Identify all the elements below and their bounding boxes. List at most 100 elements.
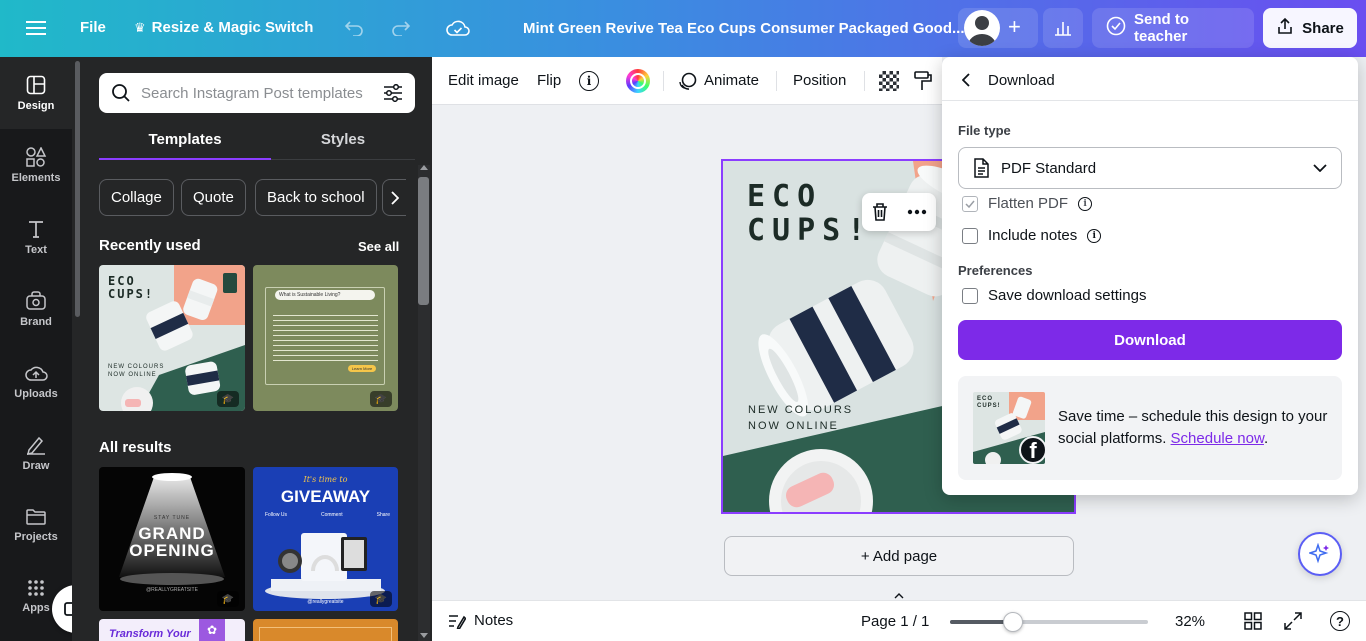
promo-thumb-title-1: ECO: [977, 396, 994, 402]
transparency-icon[interactable]: [879, 70, 899, 91]
edit-image-button[interactable]: Edit image: [448, 72, 519, 89]
giveaway-option: Comment: [320, 512, 343, 518]
page-indicator[interactable]: Page 1 / 1: [861, 613, 929, 630]
template-thumb-sustainable-living[interactable]: What is Sustainable Living? Learn More 🎓: [253, 265, 398, 411]
rail-item-draw[interactable]: Draw: [0, 417, 72, 489]
rail-item-text[interactable]: Text: [0, 201, 72, 273]
avatar[interactable]: [964, 10, 1000, 46]
giveaway-option: Follow Us: [265, 512, 287, 518]
design-title-line-2[interactable]: CUPS!: [747, 213, 872, 248]
text-icon: [29, 220, 43, 238]
tab-styles[interactable]: Styles: [257, 131, 429, 148]
file-menu[interactable]: File: [80, 19, 106, 36]
redo-icon[interactable]: [383, 10, 419, 46]
rail-item-elements[interactable]: Elements: [0, 129, 72, 201]
send-to-teacher-label: Send to teacher: [1134, 11, 1189, 45]
help-icon[interactable]: ?: [1330, 611, 1350, 631]
zoom-percentage[interactable]: 32%: [1175, 613, 1205, 630]
chip-scroll-right[interactable]: [382, 179, 406, 216]
toolbar-divider: [864, 71, 865, 91]
schedule-now-link[interactable]: Schedule now: [1171, 430, 1264, 447]
template-thumb-transform[interactable]: Transform Your ✿: [99, 619, 245, 641]
paint-roller-icon[interactable]: [914, 70, 932, 91]
zoom-slider-track[interactable]: [950, 612, 1148, 632]
rail-item-design[interactable]: Design: [0, 57, 72, 129]
show-pages-chevron[interactable]: [889, 591, 909, 601]
menu-icon[interactable]: [18, 10, 54, 46]
notes-label: Notes: [474, 612, 514, 629]
filter-sliders-icon[interactable]: [383, 84, 403, 102]
download-back-button[interactable]: [958, 72, 974, 88]
grid-view-icon[interactable]: [1244, 612, 1262, 635]
chevron-right-icon: [390, 190, 399, 205]
cloud-saved-icon[interactable]: [440, 10, 476, 46]
panel-scroll-up-arrow[interactable]: [420, 165, 428, 170]
info-icon[interactable]: i: [579, 70, 599, 91]
design-subtitle-line-1[interactable]: NEW COLOURS: [748, 404, 853, 416]
design-subtitle-line-2[interactable]: NOW ONLINE: [748, 420, 839, 432]
undo-icon[interactable]: [336, 10, 372, 46]
animate-button[interactable]: Animate: [678, 71, 759, 91]
notes-button[interactable]: Notes: [448, 612, 513, 629]
search-input[interactable]: [141, 84, 373, 102]
share-button[interactable]: Share: [1263, 8, 1357, 48]
template-thumb-giveaway[interactable]: It's time to GIVEAWAY Follow Us Comment …: [253, 467, 398, 611]
chip-quote[interactable]: Quote: [181, 179, 246, 216]
save-download-settings-checkbox[interactable]: Save download settings: [962, 287, 1146, 304]
document-title[interactable]: Mint Green Revive Tea Eco Cups Consumer …: [523, 20, 965, 37]
add-page-button[interactable]: + Add page: [724, 536, 1074, 576]
top-bar: File ♛ Resize & Magic Switch Mint Green …: [0, 0, 1366, 57]
fullscreen-icon[interactable]: [1284, 612, 1302, 635]
resize-magic-switch-button[interactable]: ♛ Resize & Magic Switch: [134, 19, 313, 36]
template-thumb-grand-opening[interactable]: STAY TUNE GRAND OPENING @REALLYGREATSITE…: [99, 467, 245, 611]
plus-icon[interactable]: +: [1008, 16, 1021, 38]
file-type-dropdown[interactable]: PDF Standard: [958, 147, 1342, 189]
animate-label: Animate: [704, 72, 760, 89]
panel-scrollbar-thumb[interactable]: [418, 177, 429, 305]
education-cap-icon: 🎓: [370, 591, 392, 607]
download-button[interactable]: Download: [958, 320, 1342, 360]
rail-item-projects[interactable]: Projects: [0, 489, 72, 561]
template-thumb-eco-cups[interactable]: ECO CUPS! NEW COLOURS NOW ONLINE 🎓: [99, 265, 245, 411]
toolbar-divider: [663, 71, 664, 91]
rail-item-brand[interactable]: Brand: [0, 273, 72, 345]
design-icon: [26, 75, 46, 94]
trash-icon[interactable]: [871, 202, 889, 222]
include-notes-checkbox[interactable]: Include notes i: [962, 227, 1102, 244]
rail-label: Uploads: [14, 387, 58, 400]
panel-scroll-down-arrow[interactable]: [420, 633, 428, 638]
schedule-promo-card: ECO CUPS! f Save time – schedule this de…: [958, 376, 1342, 480]
rail-label: Projects: [14, 530, 58, 543]
thumb-giveaway-tag: It's time to: [303, 475, 348, 484]
info-icon[interactable]: i: [1087, 228, 1102, 243]
magic-assistant-button[interactable]: [1298, 532, 1342, 576]
file-type-value: PDF Standard: [1001, 159, 1097, 177]
collaborators-group: +: [958, 8, 1038, 48]
bottom-bar: Notes Page 1 / 1 32% ?: [432, 593, 1366, 641]
elements-icon: [26, 146, 47, 167]
flip-button[interactable]: Flip: [537, 72, 561, 89]
analytics-icon[interactable]: [1043, 8, 1083, 48]
recently-used-heading: Recently used: [99, 237, 201, 254]
see-all-link[interactable]: See all: [358, 239, 399, 254]
more-options-icon[interactable]: [907, 209, 927, 215]
chip-back-to-school[interactable]: Back to school: [255, 179, 377, 216]
design-title-line-1[interactable]: ECO: [747, 179, 822, 214]
send-to-teacher-button[interactable]: Send to teacher: [1092, 8, 1254, 48]
rail-scrollbar[interactable]: [75, 61, 80, 317]
flatten-pdf-checkbox[interactable]: Flatten PDF i: [962, 195, 1093, 212]
resize-label: Resize & Magic Switch: [151, 19, 314, 36]
toolbar-divider: [776, 71, 777, 91]
upload-cloud-icon: [25, 366, 48, 381]
zoom-slider-handle[interactable]: [1003, 612, 1023, 632]
tab-templates[interactable]: Templates: [99, 131, 271, 148]
rail-label: Draw: [22, 459, 50, 472]
thumb-eco-sub-2: NOW ONLINE: [108, 372, 157, 378]
rail-item-uploads[interactable]: Uploads: [0, 345, 72, 417]
info-icon[interactable]: i: [1078, 196, 1093, 211]
chip-collage[interactable]: Collage: [99, 179, 174, 216]
position-button[interactable]: Position: [793, 72, 846, 89]
template-thumb-orange[interactable]: [253, 619, 398, 641]
color-picker-icon[interactable]: [626, 68, 650, 93]
element-floating-toolbar: [862, 193, 936, 231]
